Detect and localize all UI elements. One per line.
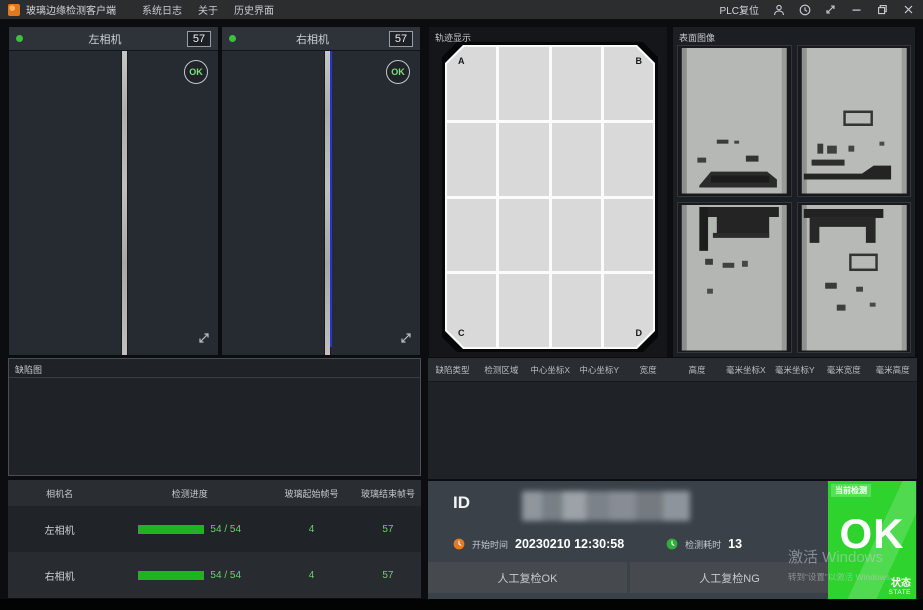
result-info: ID 开始时间 20230210 12:30:58 检测耗时 13 人工复检OK… <box>428 481 829 600</box>
expand-icon[interactable] <box>198 331 210 349</box>
defect-table-body <box>428 382 917 479</box>
start-frame-value: 4 <box>268 570 355 581</box>
defect-table: 缺陷类型 检测区域 中心坐标X 中心坐标Y 宽度 高度 毫米坐标X 毫米坐标Y … <box>428 358 917 479</box>
defect-table-header: 缺陷类型 检测区域 中心坐标X 中心坐标Y 宽度 高度 毫米坐标X 毫米坐标Y … <box>428 358 917 382</box>
start-frame-value: 4 <box>268 524 355 535</box>
app-icon <box>8 4 20 16</box>
col-end-frame: 玻璃结束帧号 <box>355 487 421 500</box>
progress-text: 54 / 54 <box>210 524 241 535</box>
progress-table: 相机名 检测进度 玻璃起始帧号 玻璃结束帧号 左相机 54 / 54 4 57 … <box>8 480 421 598</box>
trajectory-panel: 轨迹显示 A B C D <box>428 26 668 358</box>
window-title: 玻璃边缘检测客户端 <box>26 2 116 17</box>
left-camera-image: OK <box>9 51 218 355</box>
status-dot <box>229 35 236 42</box>
result-panel: ID 开始时间 20230210 12:30:58 检测耗时 13 人工复检OK… <box>428 481 917 600</box>
expand-icon[interactable] <box>400 331 412 349</box>
right-camera-title: 右相机 <box>236 31 389 47</box>
status-dot <box>16 35 23 42</box>
col-progress: 检测进度 <box>111 487 268 500</box>
edge-trace-line <box>330 51 332 347</box>
right-camera-image: OK <box>222 51 420 355</box>
id-value-redacted <box>522 491 690 521</box>
menu-system-log[interactable]: 系统日志 <box>142 2 182 17</box>
surface-image-4 <box>797 202 912 354</box>
elapsed-label: 检测耗时 <box>685 538 721 551</box>
state-label: 状态 STATE <box>889 578 911 596</box>
current-detection-tag: 当前检测 <box>831 484 871 497</box>
glass-grid <box>447 47 653 347</box>
left-camera-status-badge: OK <box>184 60 208 84</box>
plc-reset-button[interactable]: PLC复位 <box>720 2 759 17</box>
result-ok-value: OK <box>828 513 916 555</box>
surface-image-panel: 表面图像 <box>672 26 916 358</box>
menu-history[interactable]: 历史界面 <box>234 2 274 17</box>
surface-title: 表面图像 <box>679 31 715 44</box>
corner-label-b: B <box>636 56 643 66</box>
left-camera-frame-count: 57 <box>187 31 211 47</box>
right-camera-panel: 右相机 57 OK <box>221 26 421 356</box>
progress-bar <box>138 571 204 580</box>
maximize-button[interactable] <box>876 3 889 16</box>
progress-text: 54 / 54 <box>210 570 241 581</box>
surface-image-3 <box>677 202 792 354</box>
left-camera-title: 左相机 <box>23 31 187 47</box>
app-window: 玻璃边缘检测客户端 系统日志 关于 历史界面 PLC复位 <box>0 0 923 610</box>
clock-icon[interactable] <box>798 3 811 16</box>
corner-label-c: C <box>458 328 465 338</box>
start-time-clock-icon <box>453 538 465 550</box>
right-camera-header: 右相机 57 <box>222 27 420 51</box>
glass-edge-strip <box>122 51 127 355</box>
resize-icon[interactable] <box>824 3 837 16</box>
right-camera-status-badge: OK <box>386 60 410 84</box>
defect-image-panel: 缺陷图 <box>8 358 421 476</box>
end-frame-value: 57 <box>355 524 421 535</box>
user-icon[interactable] <box>772 3 785 16</box>
trajectory-title: 轨迹显示 <box>435 31 471 44</box>
start-time-value: 20230210 12:30:58 <box>515 537 624 551</box>
left-camera-panel: 左相机 57 OK <box>8 26 219 356</box>
progress-table-header: 相机名 检测进度 玻璃起始帧号 玻璃结束帧号 <box>8 480 421 506</box>
surface-image-2 <box>797 45 912 197</box>
menu-about[interactable]: 关于 <box>198 2 218 17</box>
surface-image-1 <box>677 45 792 197</box>
manual-recheck-ok-button[interactable]: 人工复检OK <box>428 562 627 593</box>
result-status-badge: 当前检测 OK 状态 STATE <box>828 481 916 600</box>
right-camera-frame-count: 57 <box>389 31 413 47</box>
close-button[interactable] <box>902 3 915 16</box>
corner-label-d: D <box>636 328 643 338</box>
bottom-strip <box>0 599 923 610</box>
defect-image-title: 缺陷图 <box>15 363 42 376</box>
glass-edge-strip <box>325 51 330 355</box>
elapsed-clock-icon <box>666 538 678 550</box>
table-row: 右相机 54 / 54 4 57 <box>8 552 421 598</box>
minimize-button[interactable] <box>850 3 863 16</box>
glass-map: A B C D <box>445 45 655 349</box>
corner-label-a: A <box>458 56 465 66</box>
end-frame-value: 57 <box>355 570 421 581</box>
start-time-label: 开始时间 <box>472 538 508 551</box>
progress-bar <box>138 525 204 534</box>
manual-recheck-ng-button[interactable]: 人工复检NG <box>630 562 829 593</box>
id-label: ID <box>453 493 470 513</box>
table-row: 左相机 54 / 54 4 57 <box>8 506 421 552</box>
col-camera-name: 相机名 <box>8 487 111 500</box>
title-bar: 玻璃边缘检测客户端 系统日志 关于 历史界面 PLC复位 <box>0 0 923 19</box>
elapsed-value: 13 <box>728 537 742 551</box>
col-start-frame: 玻璃起始帧号 <box>268 487 355 500</box>
left-camera-header: 左相机 57 <box>9 27 218 51</box>
